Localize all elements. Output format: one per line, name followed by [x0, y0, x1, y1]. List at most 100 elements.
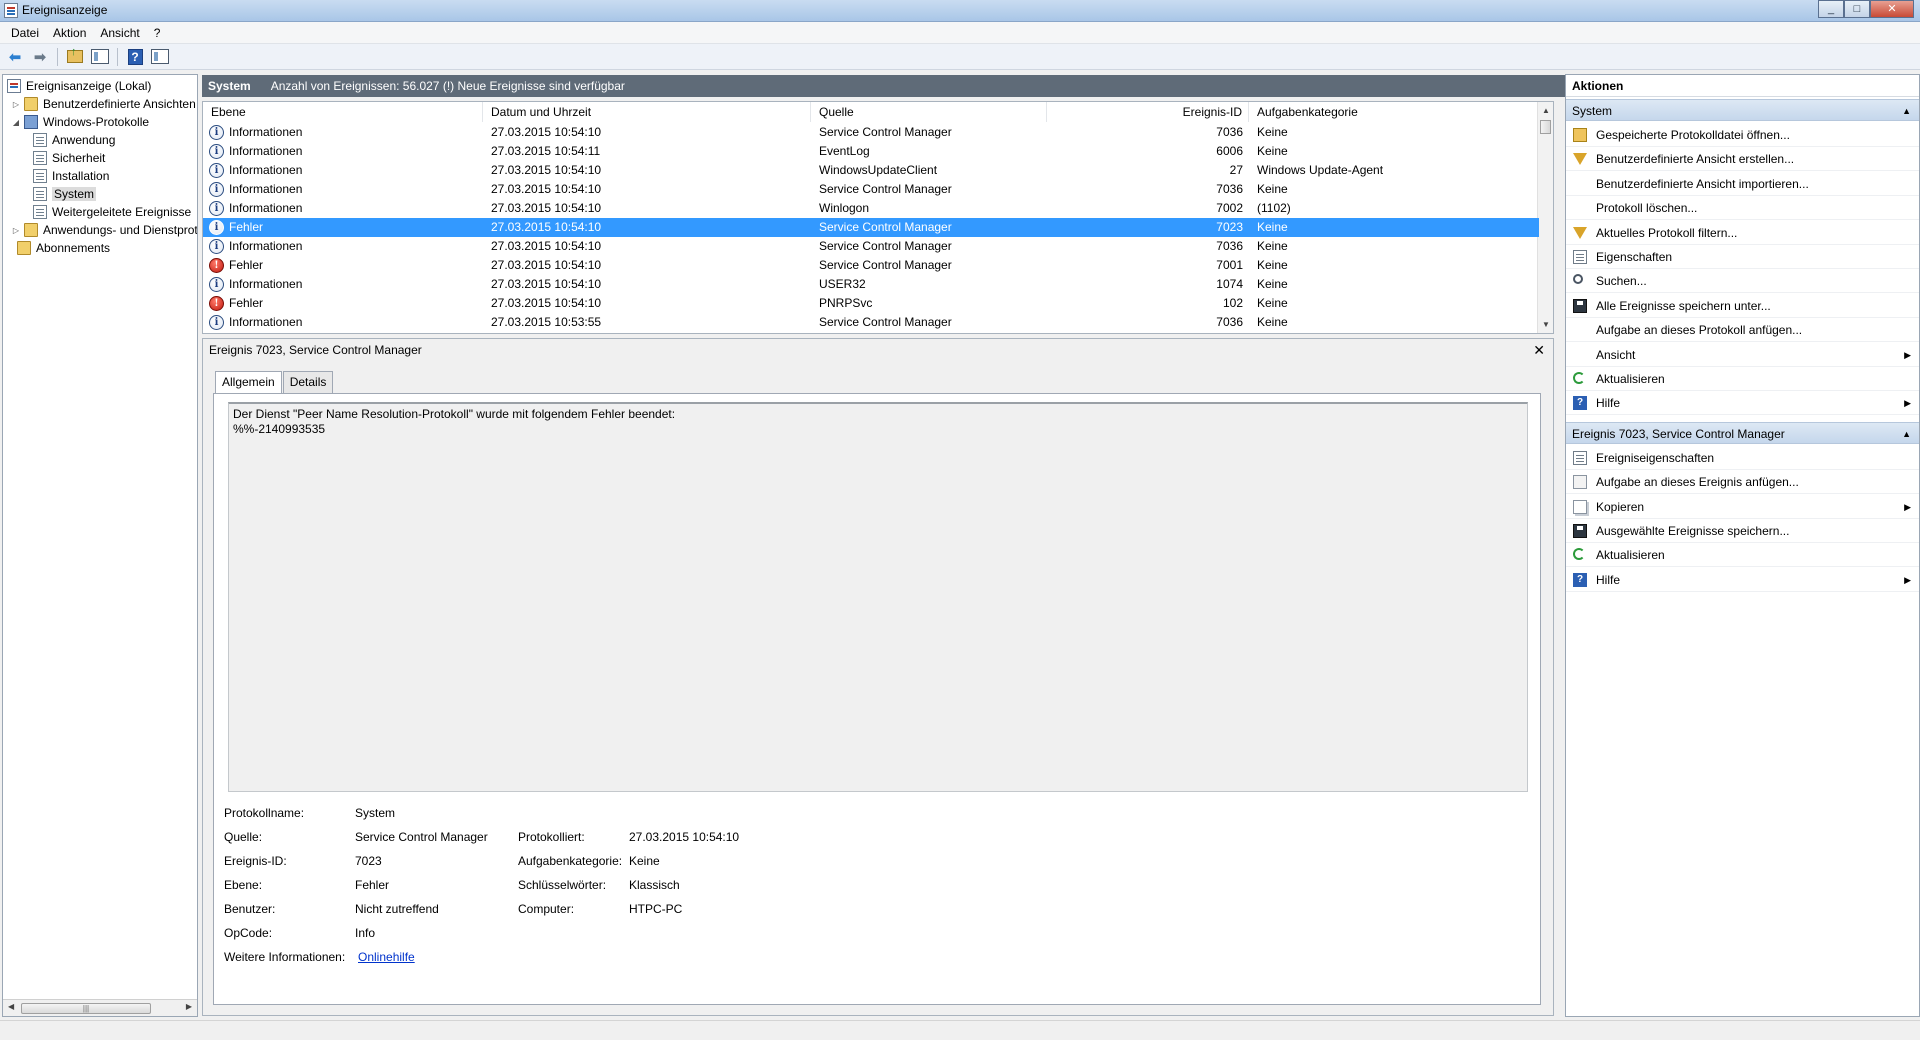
user-label: Benutzer:	[224, 902, 276, 916]
filter-icon	[1573, 226, 1587, 239]
action-label: Ansicht	[1596, 347, 1636, 362]
table-row[interactable]: i Informationen 27.03.2015 10:54:10 Winlogo…	[203, 199, 1539, 218]
tab-details[interactable]: Details	[282, 371, 334, 393]
table-row[interactable]: i Informationen 27.03.2015 10:54:10 Windows…	[203, 161, 1539, 180]
cell-category: (1102)	[1257, 201, 1291, 215]
action-item[interactable]: Eigenschaften	[1566, 245, 1919, 269]
tree-item[interactable]: Ereignisanzeige (Lokal)	[7, 77, 151, 95]
action-item[interactable]: Kopieren ▶	[1566, 495, 1919, 519]
action-item[interactable]: Ausgewählte Ereignisse speichern...	[1566, 519, 1919, 543]
tree-item-label: Windows-Protokolle	[43, 115, 150, 129]
table-row[interactable]: ! Fehler 27.03.2015 10:54:10 PNRPSvc 102 Kein…	[203, 294, 1539, 313]
collapse-icon[interactable]: ▲	[1902, 423, 1911, 445]
action-item[interactable]: Aktualisieren	[1566, 367, 1919, 391]
tab-allgemein[interactable]: Allgemein	[215, 371, 282, 394]
cell-level: Informationen	[229, 201, 303, 215]
section-event[interactable]: Ereignis 7023, Service Control Manager ▲	[1566, 421, 1919, 445]
back-button[interactable]: ⬅	[4, 47, 26, 67]
close-button[interactable]: ✕	[1870, 0, 1914, 18]
tree-horizontal-scrollbar[interactable]: ◀ ||| ▶	[3, 999, 197, 1016]
scroll-right-icon[interactable]: ▶	[186, 1002, 192, 1011]
action-item[interactable]: Alle Ereignisse speichern unter...	[1566, 294, 1919, 318]
action-item[interactable]: Aufgabe an dieses Protokoll anfügen...	[1566, 318, 1919, 343]
scroll-thumb[interactable]	[1540, 120, 1551, 134]
scroll-thumb[interactable]: |||	[21, 1003, 151, 1014]
action-item[interactable]: Aktuelles Protokoll filtern...	[1566, 221, 1919, 245]
info-icon: i	[209, 144, 224, 159]
up-folder-button[interactable]	[64, 46, 86, 67]
column-aufgabenkategorie[interactable]: Aufgabenkategorie	[1249, 102, 1539, 122]
expander-icon[interactable]: ▷	[11, 226, 21, 235]
menu-aktion[interactable]: Aktion	[48, 26, 91, 40]
table-row[interactable]: i Informationen 27.03.2015 10:54:10 Service…	[203, 237, 1539, 256]
cell-event-id: 7036	[1216, 125, 1243, 139]
table-row[interactable]: i Informationen 27.03.2015 10:54:11 EventLo…	[203, 142, 1539, 161]
action-item[interactable]: Ereigniseigenschaften	[1566, 446, 1919, 470]
actions-title: Aktionen	[1566, 75, 1919, 97]
tree-item[interactable]: Installation	[33, 167, 109, 185]
scroll-left-icon[interactable]: ◀	[8, 1002, 14, 1011]
tree-item-label: Anwendungs- und Dienstprotokolle	[43, 223, 198, 237]
action-item[interactable]: Aktualisieren	[1566, 543, 1919, 568]
table-row[interactable]: i Fehler 27.03.2015 10:54:10 Service Contro…	[203, 218, 1539, 237]
table-row[interactable]: i Informationen 27.03.2015 10:54:10 Service…	[203, 123, 1539, 142]
menu-ansicht[interactable]: Ansicht	[95, 26, 144, 40]
expander-icon[interactable]: ▷	[11, 100, 21, 109]
action-item[interactable]: Suchen...	[1566, 269, 1919, 294]
detail-title: Ereignis 7023, Service Control Manager	[203, 339, 1553, 361]
column-ebene[interactable]: Ebene	[203, 102, 483, 122]
help-button[interactable]: ?	[124, 47, 146, 67]
tree-item[interactable]: ◢ Windows-Protokolle	[11, 113, 149, 131]
action-item[interactable]: ? Hilfe ▶	[1566, 391, 1919, 416]
tree-item[interactable]: Sicherheit	[33, 149, 105, 167]
action-label: Protokoll löschen...	[1596, 201, 1698, 216]
table-row[interactable]: i Informationen 27.03.2015 10:53:55 Service…	[203, 313, 1539, 332]
section-system[interactable]: System ▲	[1566, 99, 1919, 121]
error-icon: !	[209, 258, 224, 273]
show-hide-tree-button[interactable]	[89, 47, 111, 67]
collapse-icon[interactable]: ▲	[1902, 100, 1911, 122]
cell-level: Informationen	[229, 144, 303, 158]
forward-button[interactable]: ➡	[29, 47, 51, 67]
action-item[interactable]: Gespeicherte Protokolldatei öffnen...	[1566, 123, 1919, 147]
events-vertical-scrollbar[interactable]: ▲ ▼	[1537, 102, 1553, 333]
action-item[interactable]: ? Hilfe ▶	[1566, 568, 1919, 592]
tree-item-label: Benutzerdefinierte Ansichten	[43, 97, 196, 111]
column-ereignis-id[interactable]: Ereignis-ID	[1047, 102, 1249, 122]
maximize-button[interactable]: □	[1844, 0, 1870, 18]
tree-item-label: Installation	[52, 169, 110, 183]
tree-item[interactable]: ▷ Benutzerdefinierte Ansichten	[11, 95, 196, 113]
column-quelle[interactable]: Quelle	[811, 102, 1047, 122]
scroll-up-icon[interactable]: ▲	[1542, 106, 1550, 115]
action-item[interactable]: Benutzerdefinierte Ansicht erstellen...	[1566, 147, 1919, 172]
cell-category: Keine	[1257, 144, 1288, 158]
table-row[interactable]: i Informationen 27.03.2015 10:54:10 USER32 1…	[203, 275, 1539, 294]
action-item[interactable]: Ansicht ▶	[1566, 343, 1919, 367]
tree-item[interactable]: Weitergeleitete Ereignisse	[33, 203, 191, 221]
action-label: Ausgewählte Ereignisse speichern...	[1596, 524, 1790, 538]
minimize-button[interactable]: _	[1818, 0, 1844, 18]
expander-icon[interactable]: ◢	[11, 118, 21, 127]
action-item[interactable]: Aufgabe an dieses Ereignis anfügen...	[1566, 470, 1919, 495]
tree-item[interactable]: Anwendung	[33, 131, 115, 149]
action-item[interactable]: Benutzerdefinierte Ansicht importieren..…	[1566, 172, 1919, 196]
menu-help[interactable]: ?	[149, 26, 166, 40]
tree-item[interactable]: System	[33, 185, 97, 203]
cell-source: WindowsUpdateClient	[819, 163, 938, 177]
event-description[interactable]: Der Dienst "Peer Name Resolution-Protoko…	[228, 402, 1528, 792]
column-datum[interactable]: Datum und Uhrzeit	[483, 102, 811, 122]
cell-event-id: 7036	[1216, 315, 1243, 329]
submenu-arrow-icon: ▶	[1904, 574, 1911, 585]
online-help-link[interactable]: Onlinehilfe	[358, 950, 415, 964]
submenu-arrow-icon: ▶	[1904, 398, 1911, 409]
close-icon[interactable]: ✕	[1533, 342, 1545, 359]
table-row[interactable]: i Informationen 27.03.2015 10:54:10 Service…	[203, 180, 1539, 199]
table-row[interactable]: ! Fehler 27.03.2015 10:54:10 Service Contro…	[203, 256, 1539, 275]
menu-datei[interactable]: Datei	[6, 26, 44, 40]
tree-item[interactable]: ▷ Anwendungs- und Dienstprotokolle	[11, 221, 198, 239]
tree-item[interactable]: Abonnements	[17, 239, 110, 257]
cell-source: USER32	[819, 277, 866, 291]
show-hide-actions-button[interactable]	[149, 47, 171, 67]
scroll-down-icon[interactable]: ▼	[1542, 320, 1550, 329]
action-item[interactable]: Protokoll löschen...	[1566, 196, 1919, 221]
